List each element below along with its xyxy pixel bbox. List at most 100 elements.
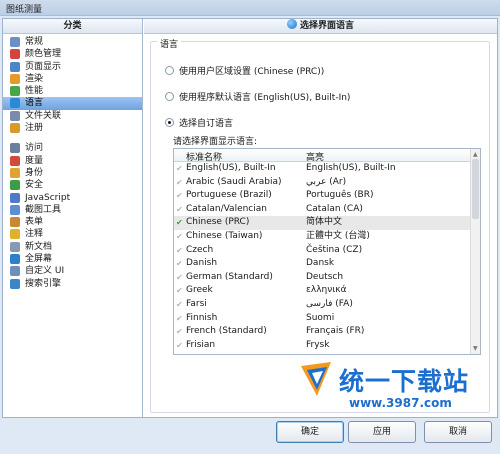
- language-standard-name: Czech: [186, 244, 214, 255]
- radio-button-icon[interactable]: [165, 92, 174, 101]
- category-item-label: 注释: [25, 229, 44, 240]
- custom-ui-icon: [10, 266, 20, 277]
- checkmark-icon: ✔: [176, 286, 183, 296]
- language-standard-name: Frisian: [186, 339, 216, 350]
- checkmark-icon: ✔: [176, 313, 183, 323]
- category-item[interactable]: 身份: [3, 167, 142, 179]
- language-row[interactable]: ✔ Chinese (PRC) 简体中文: [174, 216, 480, 230]
- checkmark-icon: ✔: [176, 340, 183, 350]
- language-row[interactable]: ✔ Danish Dansk: [174, 257, 480, 271]
- language-standard-name: Portuguese (Brazil): [186, 190, 272, 201]
- checkmark-icon: ✔: [176, 164, 183, 173]
- screenshot-tool-icon: [10, 204, 20, 215]
- access-icon: [10, 143, 20, 154]
- watermark-logo-icon: [301, 362, 331, 396]
- category-item[interactable]: 表单: [3, 216, 142, 228]
- language-native-name: Dansk: [306, 258, 335, 269]
- language-row[interactable]: ✔ Catalan/Valencian Catalan (CA): [174, 203, 480, 217]
- language-list[interactable]: 标准名称 高亮 ✔ English(US), Built-In English(US…: [173, 148, 481, 355]
- globe-icon: [286, 19, 297, 29]
- language-list-scrollbar[interactable]: ▲ ▼: [470, 149, 480, 354]
- category-item[interactable]: 截图工具: [3, 204, 142, 216]
- category-item[interactable]: 访问: [3, 142, 142, 154]
- language-group-title: 语言: [157, 37, 182, 50]
- language-standard-name: English(US), Built-In: [186, 163, 276, 173]
- radio-program-default[interactable]: 使用程序默认语言 (English(US), Built-In): [165, 92, 350, 104]
- category-item-label: 自定义 UI: [25, 266, 65, 277]
- category-item-label: 颜色管理: [25, 49, 62, 60]
- language-row[interactable]: ✔ Finnish Suomi: [174, 312, 480, 326]
- language-native-name: Français (FR): [306, 326, 365, 337]
- page-display-icon: [10, 61, 20, 72]
- language-row[interactable]: ✔ Farsi فارسی (FA): [174, 298, 480, 312]
- scroll-up-arrow-icon[interactable]: ▲: [473, 151, 478, 158]
- language-row[interactable]: ✔ Portuguese (Brazil) Português (BR): [174, 189, 480, 203]
- category-item[interactable]: 全屏幕: [3, 253, 142, 265]
- cancel-button[interactable]: 取消: [424, 421, 492, 443]
- ok-button[interactable]: 确定: [276, 421, 344, 443]
- language-row[interactable]: ✔ French (Standard) Français (FR): [174, 325, 480, 339]
- language-standard-name: Arabic (Saudi Arabia): [186, 176, 282, 187]
- category-item[interactable]: 注释: [3, 228, 142, 240]
- language-standard-name: French (Standard): [186, 326, 267, 337]
- category-item[interactable]: 注册: [3, 122, 142, 134]
- radio-user-locale[interactable]: 使用用户区域设置 (Chinese (PRC)): [165, 66, 324, 78]
- checkmark-icon: ✔: [176, 218, 183, 228]
- category-item-label: 文件关联: [25, 110, 62, 121]
- language-row[interactable]: ✔ Czech Čeština (CZ): [174, 244, 480, 258]
- category-item-label: 注册: [25, 123, 44, 134]
- category-item[interactable]: 颜色管理: [3, 48, 142, 60]
- category-separator: [3, 134, 142, 142]
- language-row[interactable]: ✔ English(US), Built-In English(US), Built…: [174, 162, 480, 176]
- scroll-down-arrow-icon[interactable]: ▼: [473, 345, 478, 352]
- category-panel-header: 分类: [3, 19, 142, 34]
- category-item-label: 访问: [25, 143, 44, 154]
- language-native-name: Catalan (CA): [306, 203, 363, 214]
- watermark-url: www.3987.com: [349, 396, 452, 410]
- category-item[interactable]: 安全: [3, 179, 142, 191]
- category-item[interactable]: JavaScript: [3, 192, 142, 204]
- category-item[interactable]: 度量: [3, 155, 142, 167]
- category-item[interactable]: 语言: [3, 97, 142, 110]
- language-native-name: فارسی (FA): [306, 298, 353, 309]
- category-item[interactable]: 性能: [3, 85, 142, 97]
- checkmark-icon: ✔: [176, 245, 183, 255]
- language-rows: ✔ English(US), Built-In English(US), Built…: [174, 162, 480, 352]
- register-icon: [10, 123, 20, 134]
- language-row[interactable]: ✔ Chinese (Taiwan) 正體中文 (台灣): [174, 230, 480, 244]
- category-item-label: 新文档: [25, 241, 53, 252]
- language-list-header: 标准名称 高亮: [174, 149, 480, 163]
- language-panel-title: 选择界面语言: [299, 21, 354, 31]
- language-row[interactable]: ✔ German (Standard) Deutsch: [174, 271, 480, 285]
- new-document-icon: [10, 241, 20, 252]
- scrollbar-thumb[interactable]: [472, 159, 479, 219]
- general-icon: [10, 37, 20, 47]
- form-icon: [10, 217, 20, 228]
- category-item-label: 全屏幕: [25, 254, 53, 265]
- category-item[interactable]: 文件关联: [3, 110, 142, 122]
- language-native-name: ελληνικά: [306, 285, 347, 296]
- search-engine-icon: [10, 278, 20, 289]
- language-globe-icon: [10, 98, 20, 109]
- category-item[interactable]: 新文档: [3, 241, 142, 253]
- category-item[interactable]: 搜索引擎: [3, 278, 142, 290]
- category-item-label: 语言: [25, 98, 44, 109]
- radio-button-selected-icon[interactable]: [165, 118, 174, 127]
- title-bar: 图纸测量: [0, 0, 500, 16]
- language-row[interactable]: ✔ Greek ελληνικά: [174, 284, 480, 298]
- radio-custom-language[interactable]: 选择自订语言: [165, 118, 233, 130]
- language-native-name: Frysk: [306, 339, 330, 350]
- category-item[interactable]: 页面显示: [3, 61, 142, 73]
- language-row[interactable]: ✔ Frisian Frysk: [174, 339, 480, 353]
- fullscreen-icon: [10, 254, 20, 265]
- language-native-name: عربي (Ar): [306, 176, 347, 187]
- category-item[interactable]: 渲染: [3, 73, 142, 85]
- radio-button-icon[interactable]: [165, 66, 174, 75]
- radio-custom-language-label: 选择自订语言: [179, 119, 234, 129]
- category-item[interactable]: 自定义 UI: [3, 265, 142, 277]
- category-item-label: 常规: [25, 37, 44, 47]
- language-row[interactable]: ✔ Arabic (Saudi Arabia) عربي (Ar): [174, 176, 480, 190]
- category-item[interactable]: 常规: [3, 36, 142, 48]
- language-native-name: Čeština (CZ): [306, 244, 363, 255]
- apply-button[interactable]: 应用: [348, 421, 416, 443]
